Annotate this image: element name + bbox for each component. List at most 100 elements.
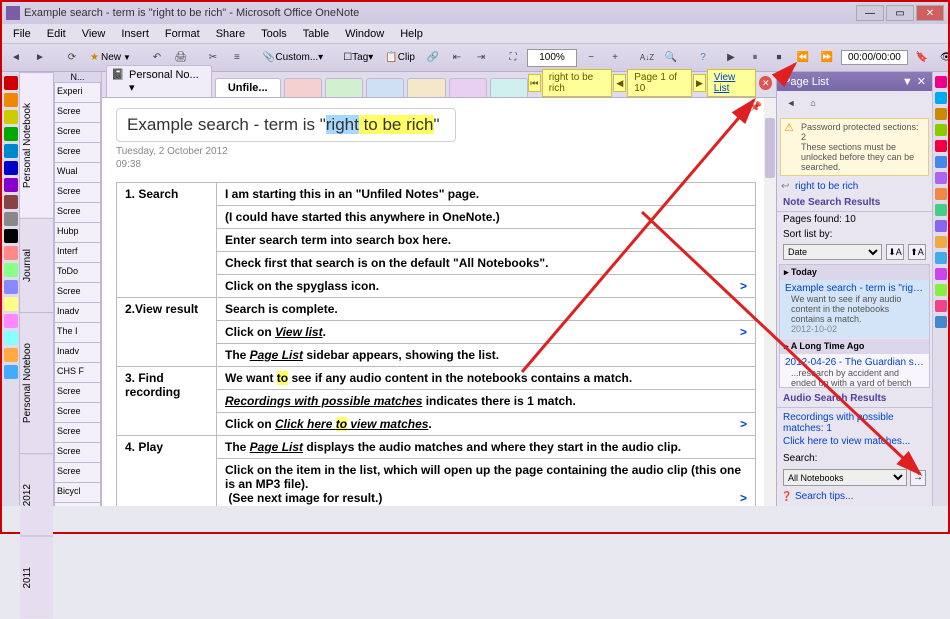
menu-insert[interactable]: Insert	[114, 26, 156, 42]
side-tool-9[interactable]	[935, 220, 947, 232]
section-tab[interactable]	[284, 78, 322, 97]
page-tab[interactable]: Inadv	[54, 303, 101, 323]
side-tool-14[interactable]	[935, 300, 947, 312]
page-tab[interactable]: Scree	[54, 283, 101, 303]
pen-color-14[interactable]	[4, 314, 18, 328]
pen-color-12[interactable]	[4, 280, 18, 294]
menu-share[interactable]: Share	[209, 26, 252, 42]
search-prev-section-button[interactable]: ⏮	[528, 74, 541, 92]
side-tool-5[interactable]	[935, 156, 947, 168]
side-tool-4[interactable]	[935, 140, 947, 152]
page-tab[interactable]: Scree	[54, 203, 101, 223]
nav-home-button[interactable]: ⌂	[803, 93, 823, 113]
pen-color-13[interactable]	[4, 297, 18, 311]
result-item[interactable]: Example search - term is "right to b...W…	[780, 280, 929, 339]
pen-color-7[interactable]	[4, 195, 18, 209]
search-go-button[interactable]: →	[910, 470, 926, 486]
menu-tools[interactable]: Tools	[254, 26, 294, 42]
side-tool-10[interactable]	[935, 236, 947, 248]
pen-color-2[interactable]	[4, 110, 18, 124]
sort-asc-button[interactable]: ⬇A	[886, 244, 904, 260]
notebook-tab[interactable]: Personal Noteboo	[20, 312, 53, 453]
side-tool-12[interactable]	[935, 268, 947, 280]
new-page-button[interactable]: N...	[54, 72, 101, 83]
pen-color-10[interactable]	[4, 246, 18, 260]
page-tab[interactable]: Scree	[54, 123, 101, 143]
page-tab[interactable]: ToDo	[54, 263, 101, 283]
sort-az-button[interactable]: A↓Z	[637, 48, 657, 68]
pin-icon[interactable]: 📌	[750, 102, 762, 113]
section-tab[interactable]	[407, 78, 445, 97]
view-audio-matches-link[interactable]: Click here to view matches...	[783, 435, 926, 448]
indent-button[interactable]: ⇥	[471, 48, 491, 68]
result-group[interactable]: Today	[780, 265, 929, 280]
pen-color-9[interactable]	[4, 229, 18, 243]
forward-button[interactable]: ►	[30, 48, 50, 68]
notebook-tab[interactable]: Personal Notebook	[20, 72, 53, 218]
audio-flag-button[interactable]: 🔖	[912, 48, 932, 68]
results-list[interactable]: TodayExample search - term is "right to …	[779, 264, 930, 388]
result-item[interactable]: 2012-04-26 - The Guardian sound d......r…	[780, 354, 929, 388]
search-term-link[interactable]: right to be rich	[777, 179, 932, 194]
page-list-menu-button[interactable]: ▼	[902, 76, 913, 88]
sort-desc-button[interactable]: ⬆A	[908, 244, 926, 260]
menu-window[interactable]: Window	[338, 26, 391, 42]
side-tool-1[interactable]	[935, 92, 947, 104]
nav-back-button[interactable]: ◄	[781, 93, 801, 113]
page-tab[interactable]: The I	[54, 323, 101, 343]
side-tool-11[interactable]	[935, 252, 947, 264]
view-list-link[interactable]: View List	[707, 69, 757, 97]
page-tab[interactable]: Scree	[54, 183, 101, 203]
ff-button[interactable]: ⏩	[817, 48, 837, 68]
search-close-button[interactable]: ✕	[759, 76, 772, 90]
pen-color-3[interactable]	[4, 127, 18, 141]
zoom-out-button[interactable]: −	[581, 48, 601, 68]
page-list-close-button[interactable]: ✕	[917, 75, 926, 88]
bullet-button[interactable]: ≡	[227, 48, 247, 68]
page-tab[interactable]: Scree	[54, 463, 101, 483]
menu-table[interactable]: Table	[296, 26, 336, 42]
page-tab[interactable]: Interf	[54, 243, 101, 263]
note-title-container[interactable]: Example search - term is "right to be ri…	[116, 108, 456, 142]
side-tool-3[interactable]	[935, 124, 947, 136]
sort-select[interactable]: Date	[783, 244, 882, 260]
search-tips-link[interactable]: Search tips...	[777, 489, 932, 506]
side-tool-0[interactable]	[935, 76, 947, 88]
custom-dropdown[interactable]: 📎 Custom... ▾	[259, 48, 327, 68]
pen-color-6[interactable]	[4, 178, 18, 192]
pen-color-5[interactable]	[4, 161, 18, 175]
page-tab[interactable]: Scree	[54, 503, 101, 506]
page-tab[interactable]: Bicycl	[54, 483, 101, 503]
page-tab[interactable]: Scree	[54, 403, 101, 423]
page-tab[interactable]: Scree	[54, 443, 101, 463]
menu-format[interactable]: Format	[158, 26, 207, 42]
stop-button[interactable]: ⏹	[769, 48, 789, 68]
side-tool-15[interactable]	[935, 316, 947, 328]
pen-color-1[interactable]	[4, 93, 18, 107]
page-tab[interactable]: Scree	[54, 423, 101, 443]
link-button[interactable]: 🔗	[423, 48, 443, 68]
menu-view[interactable]: View	[75, 26, 113, 42]
page-tab[interactable]: Scree	[54, 103, 101, 123]
section-tab[interactable]	[449, 78, 487, 97]
page-tab[interactable]: Inadv	[54, 343, 101, 363]
pen-color-8[interactable]	[4, 212, 18, 226]
rewind-button[interactable]: ⏪	[793, 48, 813, 68]
pause-button[interactable]: ⏸	[745, 48, 765, 68]
notebook-tab[interactable]: 2012	[20, 453, 53, 536]
outdent-button[interactable]: ⇤	[447, 48, 467, 68]
search-next-button[interactable]: ▶	[693, 74, 706, 92]
audio-matches-count[interactable]: Recordings with possible matches: 1	[783, 411, 926, 435]
side-tool-8[interactable]	[935, 204, 947, 216]
search-scope-select[interactable]: All Notebooks	[783, 469, 907, 486]
zoom-in-button[interactable]: +	[605, 48, 625, 68]
notebook-tab[interactable]: 2011	[20, 536, 53, 619]
back-button[interactable]: ◄	[6, 48, 26, 68]
close-button[interactable]: ✕	[916, 5, 944, 21]
pen-color-17[interactable]	[4, 365, 18, 379]
notebook-selector[interactable]: Personal No... ▾	[106, 65, 212, 97]
page-tab[interactable]: Hubp	[54, 223, 101, 243]
section-tab[interactable]	[325, 78, 363, 97]
section-tab-unfiled[interactable]: Unfile...	[215, 78, 281, 97]
record-button[interactable]: ▶	[721, 48, 741, 68]
